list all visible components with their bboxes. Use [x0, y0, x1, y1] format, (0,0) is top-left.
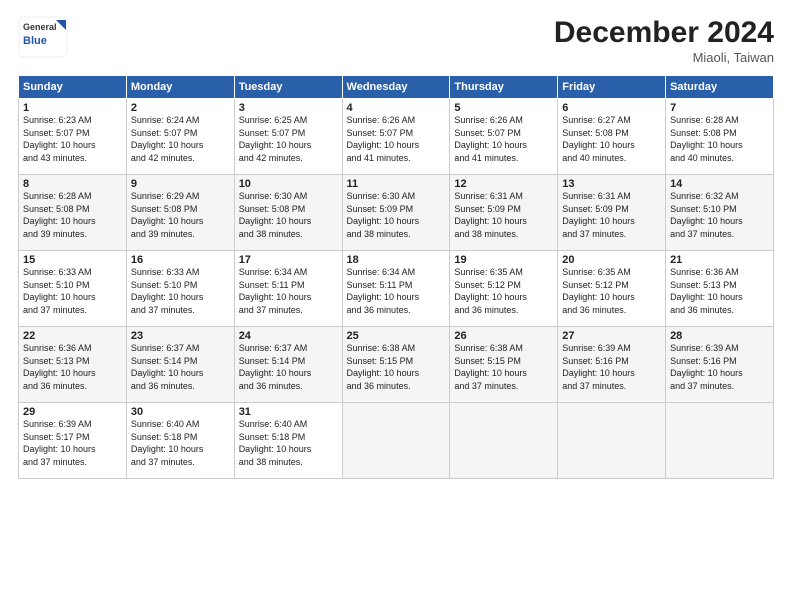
col-header-tuesday: Tuesday [234, 76, 342, 99]
table-row: 22 Sunrise: 6:36 AMSunset: 5:13 PMDaylig… [19, 327, 774, 403]
table-row: 8 Sunrise: 6:28 AMSunset: 5:08 PMDayligh… [19, 175, 774, 251]
svg-text:Blue: Blue [23, 35, 47, 47]
table-cell-14: 14 Sunrise: 6:32 AMSunset: 5:10 PMDaylig… [666, 175, 774, 251]
table-cell-26: 26 Sunrise: 6:38 AMSunset: 5:15 PMDaylig… [450, 327, 558, 403]
table-row: 29 Sunrise: 6:39 AMSunset: 5:17 PMDaylig… [19, 403, 774, 479]
table-cell-11: 11 Sunrise: 6:30 AMSunset: 5:09 PMDaylig… [342, 175, 450, 251]
table-cell-22: 22 Sunrise: 6:36 AMSunset: 5:13 PMDaylig… [19, 327, 127, 403]
table-cell-empty-4 [666, 403, 774, 479]
logo: General Blue [18, 16, 68, 58]
table-cell-8: 8 Sunrise: 6:28 AMSunset: 5:08 PMDayligh… [19, 175, 127, 251]
col-header-saturday: Saturday [666, 76, 774, 99]
table-cell-27: 27 Sunrise: 6:39 AMSunset: 5:16 PMDaylig… [558, 327, 666, 403]
table-cell-12: 12 Sunrise: 6:31 AMSunset: 5:09 PMDaylig… [450, 175, 558, 251]
table-cell-19: 19 Sunrise: 6:35 AMSunset: 5:12 PMDaylig… [450, 251, 558, 327]
table-cell-16: 16 Sunrise: 6:33 AMSunset: 5:10 PMDaylig… [126, 251, 234, 327]
table-cell-28: 28 Sunrise: 6:39 AMSunset: 5:16 PMDaylig… [666, 327, 774, 403]
table-cell-empty-1 [342, 403, 450, 479]
table-row: 15 Sunrise: 6:33 AMSunset: 5:10 PMDaylig… [19, 251, 774, 327]
table-cell-7: 7 Sunrise: 6:28 AMSunset: 5:08 PMDayligh… [666, 99, 774, 175]
table-cell-25: 25 Sunrise: 6:38 AMSunset: 5:15 PMDaylig… [342, 327, 450, 403]
col-header-friday: Friday [558, 76, 666, 99]
col-header-wednesday: Wednesday [342, 76, 450, 99]
calendar-title: December 2024 [554, 16, 774, 50]
table-cell-1: 1 Sunrise: 6:23 AMSunset: 5:07 PMDayligh… [19, 99, 127, 175]
table-cell-5: 5 Sunrise: 6:26 AMSunset: 5:07 PMDayligh… [450, 99, 558, 175]
table-cell-21: 21 Sunrise: 6:36 AMSunset: 5:13 PMDaylig… [666, 251, 774, 327]
col-header-thursday: Thursday [450, 76, 558, 99]
table-row: 1 Sunrise: 6:23 AMSunset: 5:07 PMDayligh… [19, 99, 774, 175]
col-header-sunday: Sunday [19, 76, 127, 99]
table-cell-3: 3 Sunrise: 6:25 AMSunset: 5:07 PMDayligh… [234, 99, 342, 175]
table-cell-18: 18 Sunrise: 6:34 AMSunset: 5:11 PMDaylig… [342, 251, 450, 327]
table-cell-31: 31 Sunrise: 6:40 AMSunset: 5:18 PMDaylig… [234, 403, 342, 479]
table-cell-29: 29 Sunrise: 6:39 AMSunset: 5:17 PMDaylig… [19, 403, 127, 479]
table-cell-24: 24 Sunrise: 6:37 AMSunset: 5:14 PMDaylig… [234, 327, 342, 403]
table-cell-23: 23 Sunrise: 6:37 AMSunset: 5:14 PMDaylig… [126, 327, 234, 403]
table-cell-empty-3 [558, 403, 666, 479]
calendar-subtitle: Miaoli, Taiwan [554, 50, 774, 65]
table-cell-15: 15 Sunrise: 6:33 AMSunset: 5:10 PMDaylig… [19, 251, 127, 327]
svg-text:General: General [23, 22, 57, 32]
table-cell-6: 6 Sunrise: 6:27 AMSunset: 5:08 PMDayligh… [558, 99, 666, 175]
table-cell-10: 10 Sunrise: 6:30 AMSunset: 5:08 PMDaylig… [234, 175, 342, 251]
calendar-table: Sunday Monday Tuesday Wednesday Thursday… [18, 75, 774, 479]
col-header-monday: Monday [126, 76, 234, 99]
table-cell-20: 20 Sunrise: 6:35 AMSunset: 5:12 PMDaylig… [558, 251, 666, 327]
logo-svg: General Blue [18, 16, 68, 58]
table-cell-4: 4 Sunrise: 6:26 AMSunset: 5:07 PMDayligh… [342, 99, 450, 175]
table-cell-2: 2 Sunrise: 6:24 AMSunset: 5:07 PMDayligh… [126, 99, 234, 175]
table-cell-13: 13 Sunrise: 6:31 AMSunset: 5:09 PMDaylig… [558, 175, 666, 251]
table-cell-30: 30 Sunrise: 6:40 AMSunset: 5:18 PMDaylig… [126, 403, 234, 479]
table-cell-9: 9 Sunrise: 6:29 AMSunset: 5:08 PMDayligh… [126, 175, 234, 251]
table-cell-empty-2 [450, 403, 558, 479]
title-block: December 2024 Miaoli, Taiwan [554, 16, 774, 65]
table-cell-17: 17 Sunrise: 6:34 AMSunset: 5:11 PMDaylig… [234, 251, 342, 327]
